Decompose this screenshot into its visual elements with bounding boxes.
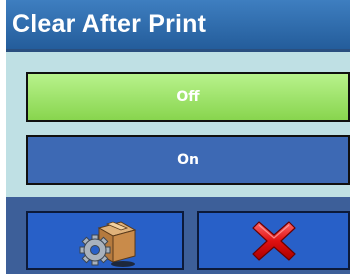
option-on-label: On: [177, 152, 199, 168]
dialog: Clear After Print Off On: [6, 0, 350, 274]
option-off-label: Off: [176, 89, 200, 105]
setup-button[interactable]: [26, 211, 184, 270]
softkey-bar: [6, 197, 350, 274]
option-on-button[interactable]: On: [26, 135, 350, 185]
box-gear-icon: [79, 220, 137, 267]
dialog-title: Clear After Print: [12, 10, 207, 38]
cancel-button[interactable]: [197, 211, 350, 270]
red-x-icon: [251, 220, 296, 261]
title-bar: Clear After Print: [6, 0, 350, 52]
option-off-button[interactable]: Off: [26, 72, 350, 122]
